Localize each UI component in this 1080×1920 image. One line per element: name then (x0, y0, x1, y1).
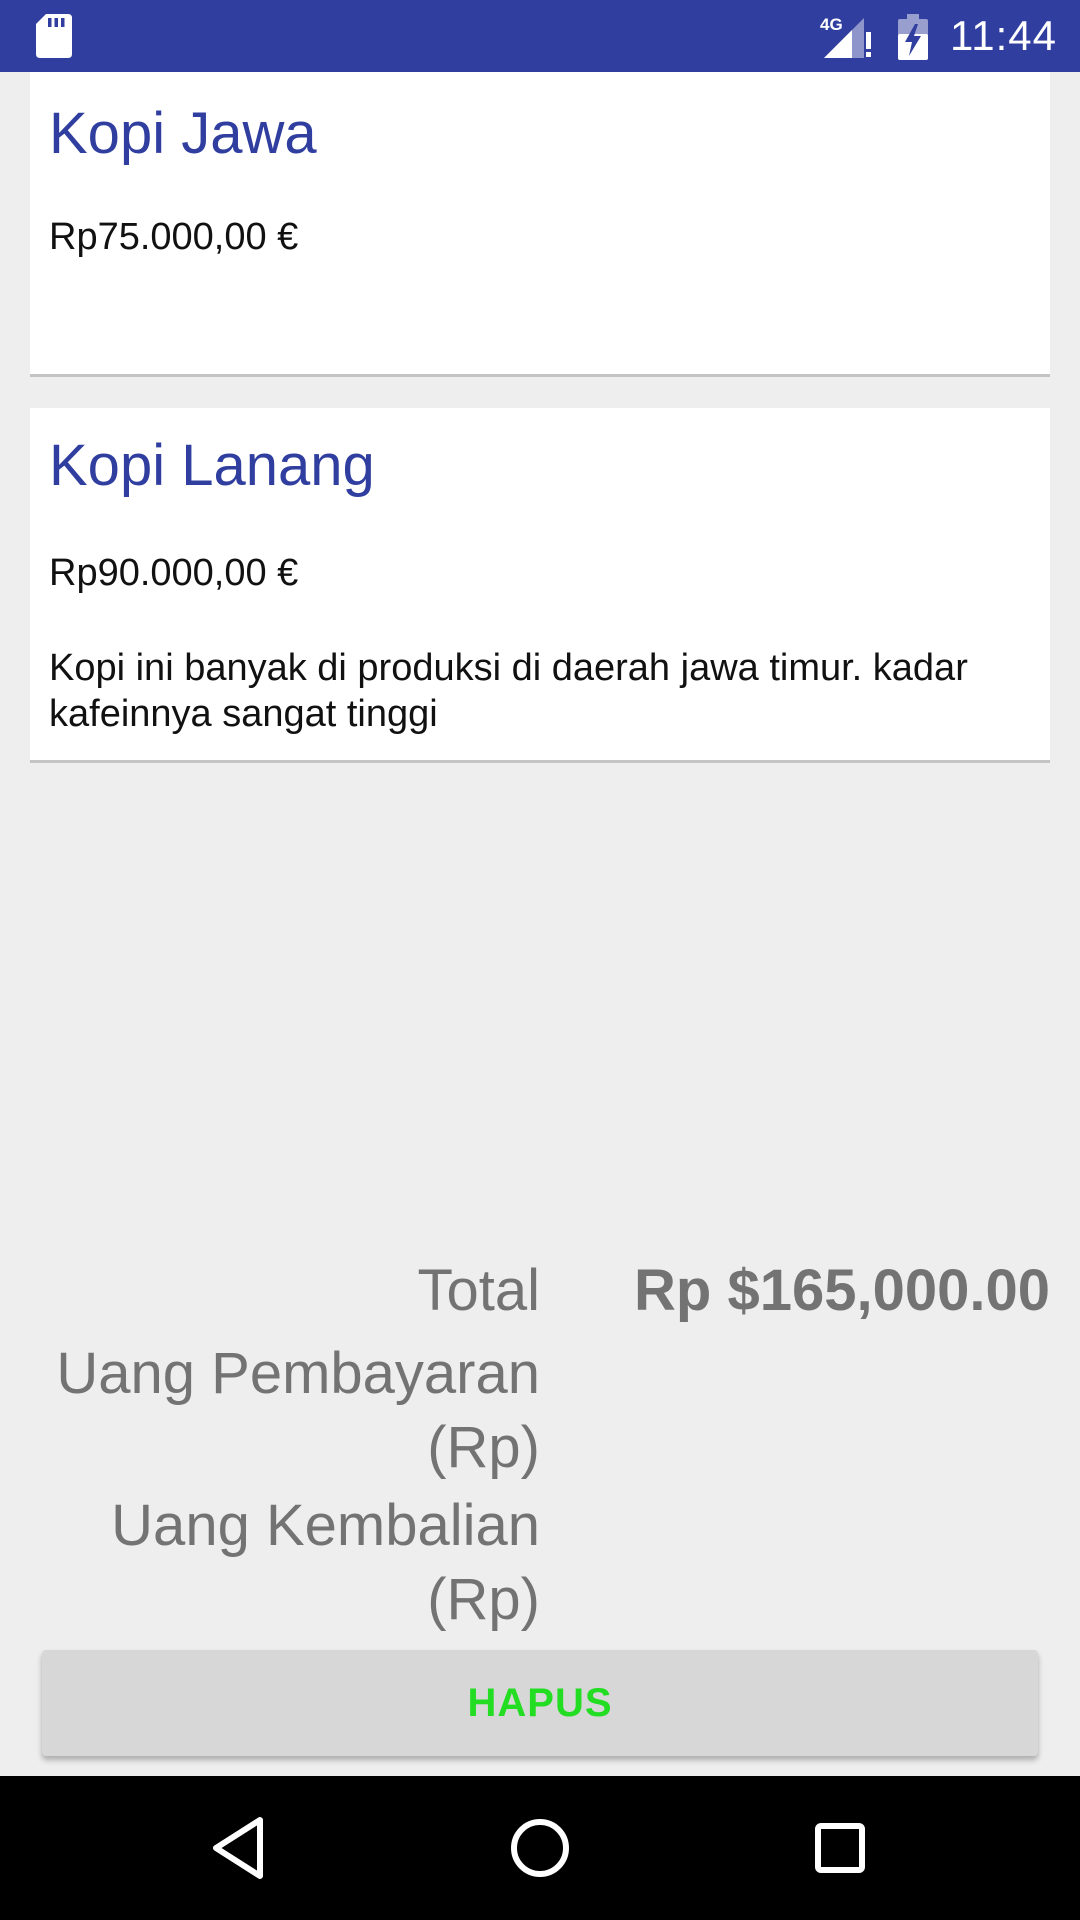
sd-card-icon (36, 14, 72, 58)
item-name: Kopi Jawa (49, 101, 317, 166)
home-button[interactable] (490, 1798, 590, 1898)
recents-icon (815, 1823, 865, 1873)
item-price: Rp75.000,00 € (49, 216, 299, 258)
status-clock: 11:44 (950, 12, 1057, 59)
battery-charging-icon (898, 14, 928, 60)
recents-button[interactable] (790, 1798, 890, 1898)
item-description: Kopi ini banyak di produksi di daerah ja… (49, 647, 968, 735)
network-type-label: 4G (820, 15, 843, 34)
cart-item-card[interactable]: Kopi Lanang Rp90.000,00 € Kopi ini banya… (30, 408, 1050, 763)
back-icon (213, 1817, 263, 1879)
total-value: Rp $165,000.00 (634, 1258, 1050, 1323)
total-label: Total (417, 1258, 540, 1323)
navigation-bar (0, 1776, 1080, 1920)
item-price: Rp90.000,00 € (49, 552, 299, 594)
back-button[interactable] (190, 1798, 290, 1898)
home-icon (511, 1819, 569, 1877)
cellular-signal-icon: 4G (820, 15, 871, 58)
change-label: Uang Kembalian (Rp) (111, 1493, 540, 1632)
item-name: Kopi Lanang (49, 433, 375, 498)
status-bar: 4G 11:44 (0, 0, 1080, 72)
cart-item-card[interactable]: Kopi Jawa Rp75.000,00 € (30, 72, 1050, 377)
payment-label: Uang Pembayaran (Rp) (56, 1341, 540, 1480)
delete-button[interactable]: HAPUS (42, 1650, 1038, 1756)
